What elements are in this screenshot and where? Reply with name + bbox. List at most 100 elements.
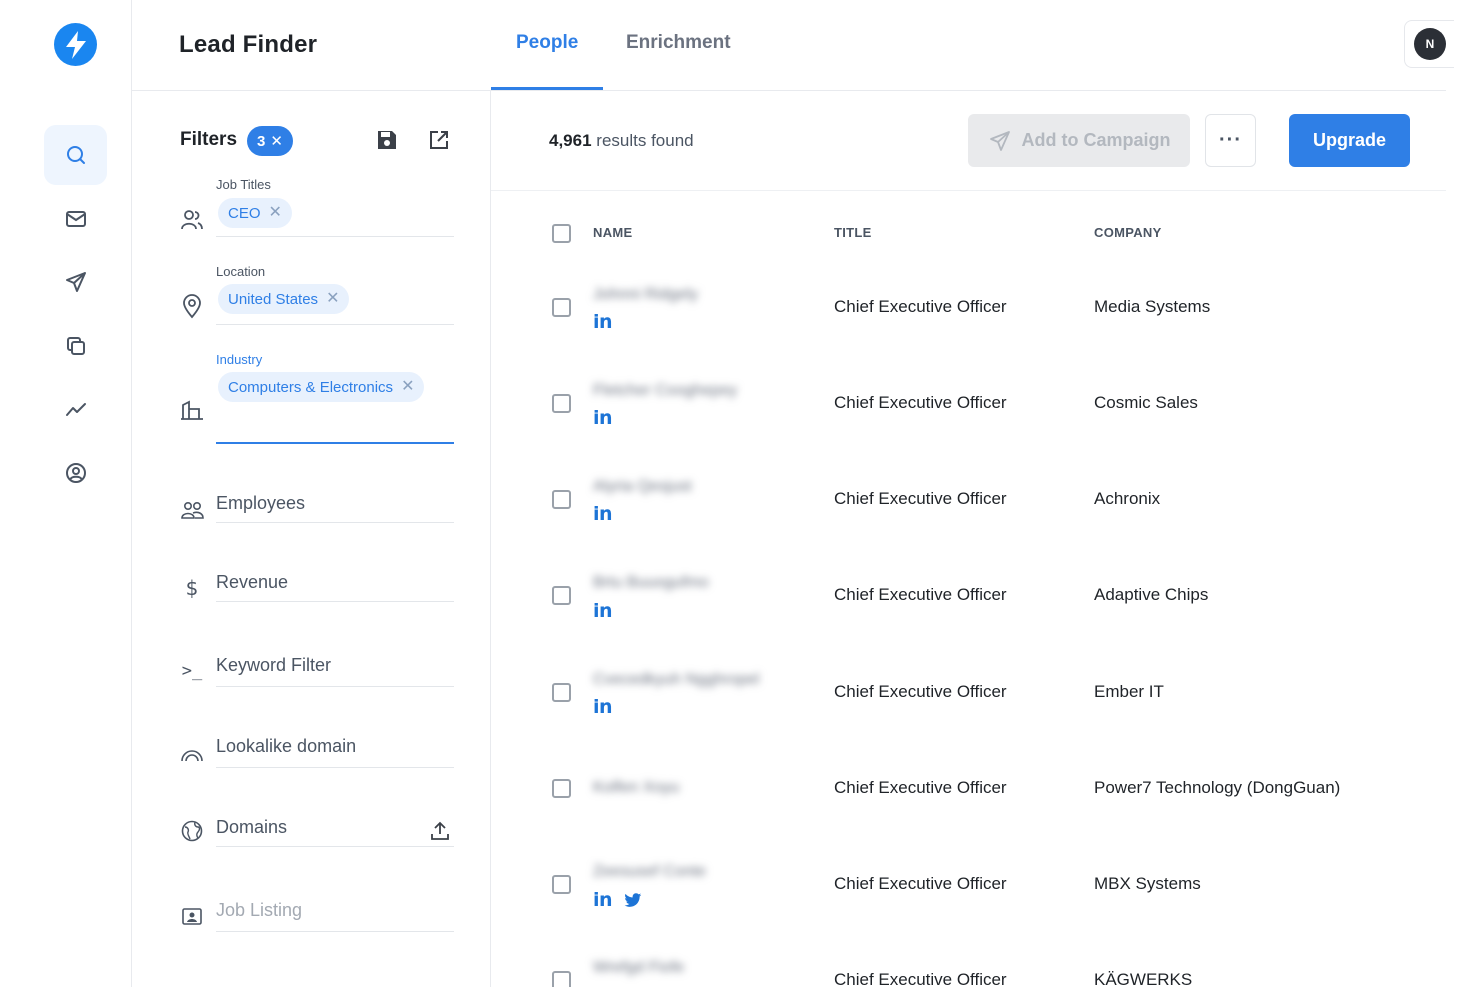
column-header-name[interactable]: NAME xyxy=(593,225,632,240)
rail-analytics[interactable] xyxy=(44,380,107,440)
panel-divider xyxy=(490,91,491,987)
results-count: 4,961 results found xyxy=(549,131,694,151)
chip-label: Computers & Electronics xyxy=(228,378,394,396)
remove-chip-icon[interactable]: ✕ xyxy=(269,205,282,221)
chip-label: CEO xyxy=(228,204,261,222)
location-chip[interactable]: United States ✕ xyxy=(218,284,350,314)
filter-revenue[interactable]: Revenue xyxy=(216,572,288,593)
avatar[interactable]: N xyxy=(1414,28,1446,60)
rail-search[interactable] xyxy=(44,125,107,185)
building-icon xyxy=(181,400,203,420)
rail-profile[interactable] xyxy=(44,443,107,503)
job-titles-label: Job Titles xyxy=(216,177,271,192)
linkedin-icon[interactable]: in xyxy=(593,503,613,525)
domains-icon xyxy=(178,817,206,845)
person-name[interactable]: Zeesusef Conte xyxy=(593,863,706,881)
person-title: Chief Executive Officer xyxy=(834,970,1007,987)
rail-copy[interactable] xyxy=(44,316,107,376)
person-title: Chief Executive Officer xyxy=(834,682,1007,701)
filter-job-listing[interactable]: Job Listing xyxy=(216,900,302,921)
person-name[interactable]: Fletcher Cooghepey xyxy=(593,382,737,400)
add-to-campaign-label: Add to Campaign xyxy=(1021,130,1171,150)
industry-input-underline[interactable] xyxy=(216,442,454,444)
clear-filters-icon[interactable]: ✕ xyxy=(270,132,283,150)
upload-domains-button[interactable] xyxy=(428,819,452,843)
person-company: Adaptive Chips xyxy=(1094,585,1209,604)
person-name[interactable]: Alyria Qesjust xyxy=(593,478,692,496)
person-name[interactable]: Brtu Buuogufmo xyxy=(593,574,709,592)
row-checkbox[interactable] xyxy=(552,971,571,987)
external-link-icon xyxy=(430,131,448,149)
person-name[interactable]: Wrefgd Fiofe xyxy=(593,959,684,977)
save-filters-button[interactable] xyxy=(375,128,399,152)
profile-icon xyxy=(65,463,86,483)
row-checkbox[interactable] xyxy=(552,394,571,413)
employees-underline xyxy=(216,522,454,523)
id-card-icon xyxy=(182,908,202,925)
group-icon xyxy=(181,502,204,519)
job-listing-icon xyxy=(178,902,206,930)
filter-lookalike-domain[interactable]: Lookalike domain xyxy=(216,736,356,757)
social-links: in xyxy=(593,407,613,429)
bolt-logo-icon[interactable] xyxy=(54,23,97,66)
filter-employees[interactable]: Employees xyxy=(216,493,305,514)
send-icon xyxy=(65,272,86,292)
lookalike-underline xyxy=(216,767,454,768)
linkedin-icon[interactable]: in xyxy=(593,696,613,718)
person-name[interactable]: Kolfen Xoyu xyxy=(593,779,679,797)
linkedin-icon[interactable]: in xyxy=(593,600,613,622)
job-titles-underline xyxy=(216,236,454,237)
filter-domains[interactable]: Domains xyxy=(216,817,287,838)
column-header-company[interactable]: COMPANY xyxy=(1094,225,1162,240)
person-title: Chief Executive Officer xyxy=(834,297,1007,316)
tab-enrichment[interactable]: Enrichment xyxy=(626,32,731,54)
person-name[interactable]: Johnni Ridgely xyxy=(593,286,698,304)
person-company: KÄGWERKS xyxy=(1094,970,1193,987)
add-to-campaign-button[interactable]: Add to Campaign xyxy=(968,114,1190,167)
revenue-icon: $ xyxy=(178,574,206,602)
filter-count-badge[interactable]: 3 ✕ xyxy=(247,126,293,156)
trend-icon xyxy=(65,403,86,416)
more-actions-button[interactable]: ··· xyxy=(1205,114,1256,167)
keyword-filter-icon: >_ xyxy=(178,657,206,685)
job-title-chip[interactable]: CEO ✕ xyxy=(218,198,292,228)
rail-send[interactable] xyxy=(44,252,107,312)
industry-chip[interactable]: Computers & Electronics ✕ xyxy=(218,372,425,402)
person-title: Chief Executive Officer xyxy=(834,585,1007,604)
person-company: Achronix xyxy=(1094,489,1161,508)
employees-icon xyxy=(178,496,206,524)
rail-mail[interactable] xyxy=(44,189,107,249)
job-listing-underline xyxy=(216,931,454,932)
linkedin-icon[interactable]: in xyxy=(593,889,613,911)
industry-icon xyxy=(178,396,206,424)
row-checkbox[interactable] xyxy=(552,490,571,509)
open-external-button[interactable] xyxy=(427,128,451,152)
row-checkbox[interactable] xyxy=(552,779,571,798)
search-icon xyxy=(66,146,85,164)
person-name[interactable]: Cvecedkyuh Ngghropel xyxy=(593,671,759,689)
revenue-underline xyxy=(216,601,454,602)
person-title: Chief Executive Officer xyxy=(834,874,1007,893)
social-links: in xyxy=(593,889,642,911)
select-all-checkbox[interactable] xyxy=(552,224,571,243)
remove-chip-icon[interactable]: ✕ xyxy=(401,379,414,395)
row-checkbox[interactable] xyxy=(552,683,571,702)
row-checkbox[interactable] xyxy=(552,875,571,894)
row-checkbox[interactable] xyxy=(552,586,571,605)
linkedin-icon[interactable]: in xyxy=(593,311,613,333)
job-titles-icon xyxy=(178,206,206,234)
domains-underline xyxy=(216,846,454,847)
filter-keyword[interactable]: Keyword Filter xyxy=(216,655,331,676)
location-underline xyxy=(216,324,454,325)
upgrade-button[interactable]: Upgrade xyxy=(1289,114,1410,167)
remove-chip-icon[interactable]: ✕ xyxy=(326,291,339,307)
column-header-title[interactable]: TITLE xyxy=(834,225,872,240)
lookalike-domain-icon xyxy=(178,740,206,768)
tab-people[interactable]: People xyxy=(516,32,578,54)
person-title: Chief Executive Officer xyxy=(834,393,1007,412)
linkedin-icon[interactable]: in xyxy=(593,407,613,429)
person-company: Cosmic Sales xyxy=(1094,393,1198,412)
twitter-icon[interactable] xyxy=(624,892,642,908)
row-checkbox[interactable] xyxy=(552,298,571,317)
toolbar-divider xyxy=(491,190,1446,191)
